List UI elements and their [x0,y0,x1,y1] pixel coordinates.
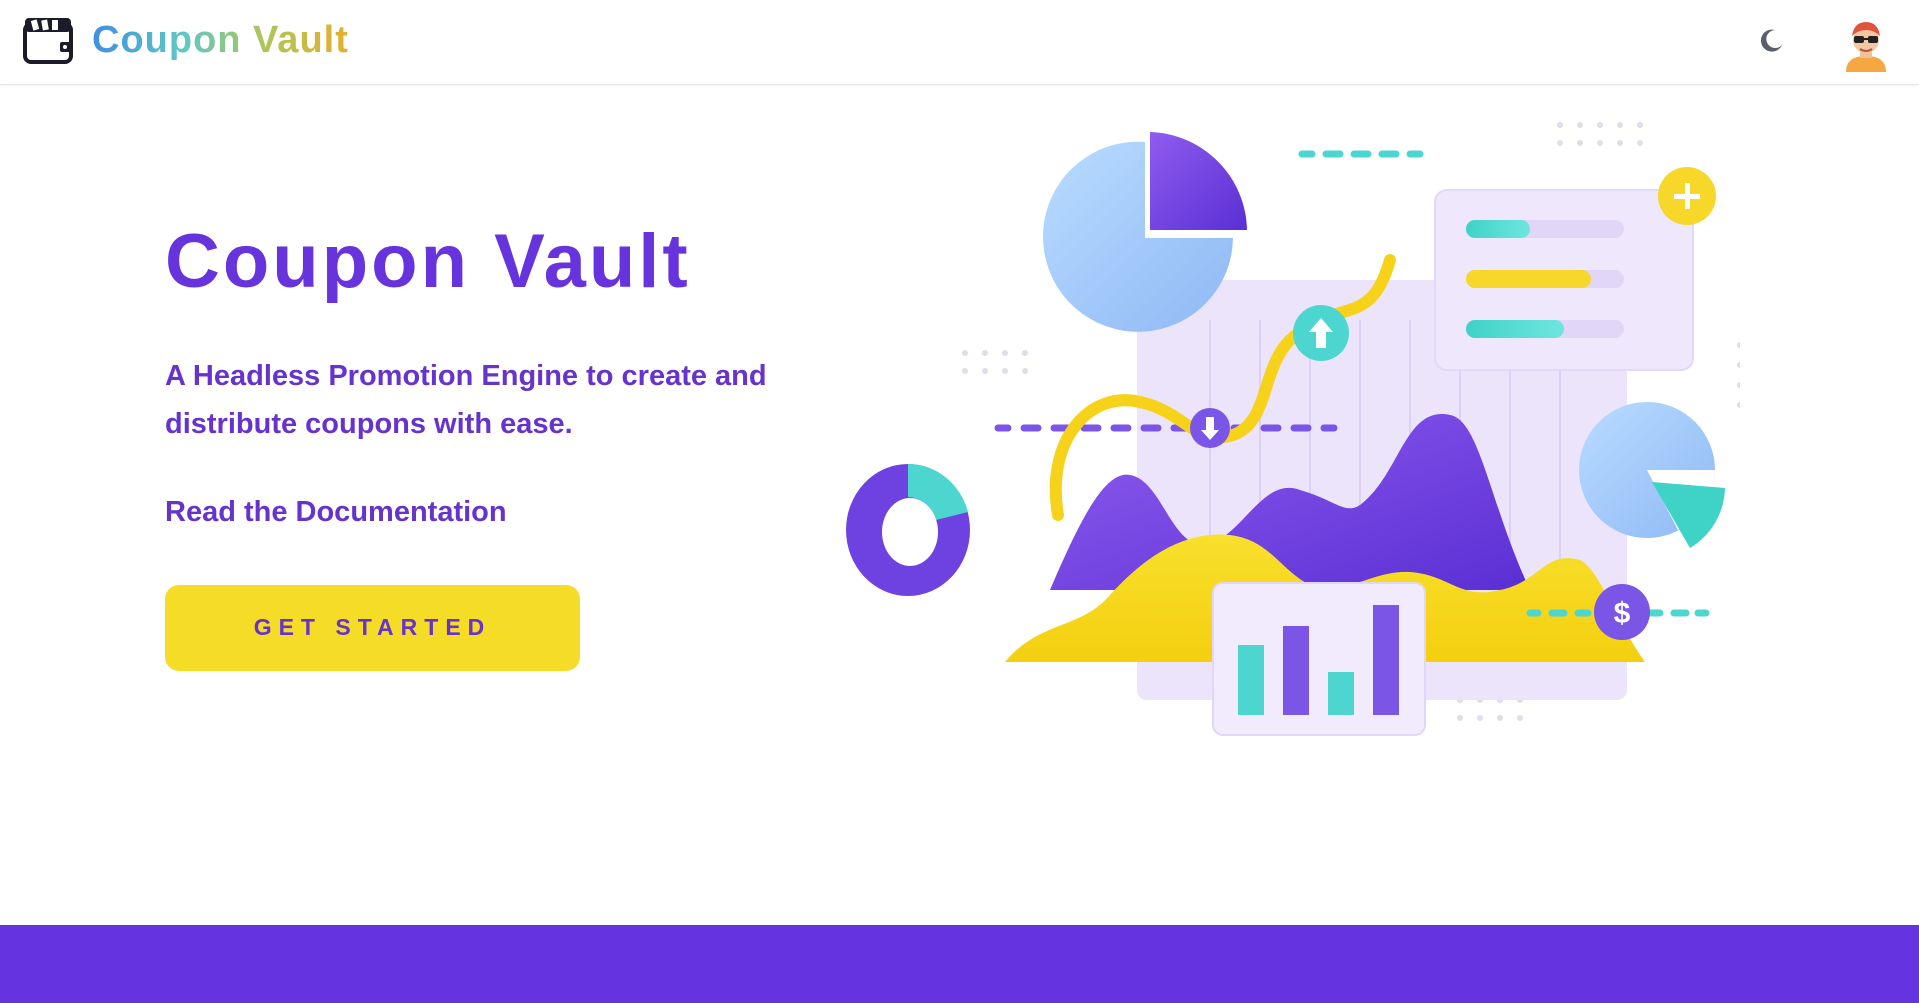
dollar-icon: $ [1594,584,1650,640]
bar-chart-card [1212,582,1426,736]
brand-link[interactable]: Coupon Vault [22,14,349,66]
plus-icon [1658,167,1716,225]
wallet-icon [23,18,73,64]
svg-text:$: $ [1614,597,1631,630]
hero-section: Coupon Vault A Headless Promotion Engine… [165,220,785,671]
arrow-down-icon [1190,408,1230,448]
footer-band [0,925,1919,1003]
get-started-button[interactable]: GET STARTED [165,584,580,671]
moon-icon[interactable] [1756,26,1786,56]
arrow-up-icon [1293,305,1349,361]
progress-card [1434,189,1694,371]
donut-chart [846,463,970,596]
top-navbar: Coupon Vault [0,0,1919,85]
documentation-link[interactable]: Read the Documentation [165,496,785,529]
brand-name: Coupon Vault [92,18,349,61]
user-avatar[interactable] [1840,18,1892,72]
hero-subtitle: A Headless Promotion Engine to create an… [165,359,767,440]
analytics-illustration: $ [846,122,1740,736]
hero-title: Coupon Vault [165,219,691,304]
